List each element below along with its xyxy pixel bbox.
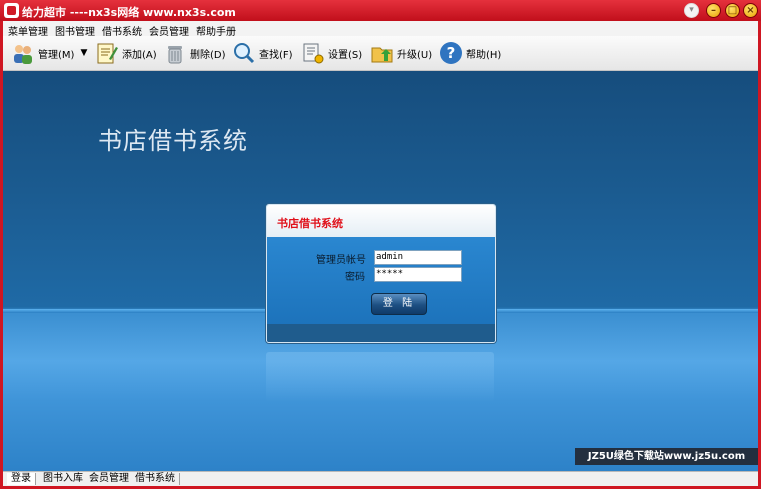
login-reflection	[266, 352, 494, 402]
notepad-icon	[97, 43, 118, 64]
search-button[interactable]: 查找(F)	[232, 39, 293, 67]
app-logo-icon	[4, 3, 19, 18]
tab-member-management[interactable]: 会员管理	[85, 473, 134, 485]
manage-label: 管理(M)	[38, 49, 75, 61]
tab-borrow-system[interactable]: 借书系统	[131, 473, 180, 485]
account-field[interactable]: admin	[374, 250, 462, 265]
tab-book-stock-in[interactable]: 图书入库	[39, 473, 88, 485]
settings-button[interactable]: 设置(S)	[301, 39, 362, 67]
title-bar[interactable]: 给力超市 ----nx3s网络 www.nx3s.com ▾ – □ ×	[0, 0, 761, 21]
app-window: 给力超市 ----nx3s网络 www.nx3s.com ▾ – □ × 菜单管…	[0, 0, 761, 489]
main-stage: 书店借书系统 书店借书系统 管理员帐号 admin 密码 ***** 登 陆	[3, 71, 758, 471]
manage-button[interactable]: 管理(M) ▼	[11, 39, 87, 67]
svg-text:?: ?	[447, 44, 456, 62]
minimize-button[interactable]: –	[706, 3, 721, 18]
login-header: 书店借书系统	[267, 205, 495, 237]
stage-title: 书店借书系统	[98, 127, 248, 155]
help-icon: ?	[440, 42, 462, 64]
context-menu-button[interactable]: ▾	[684, 3, 699, 18]
chevron-down-icon[interactable]: ▼	[80, 48, 87, 58]
help-button[interactable]: ? 帮助(H)	[439, 39, 501, 67]
toolbar: 管理(M) ▼ 添加(A) 删除(D) 查找(F) 设置(S) 升级(U) ? …	[3, 36, 758, 71]
search-label: 查找(F)	[259, 49, 293, 61]
status-bar: 登录 图书入库 会员管理 借书系统	[3, 471, 758, 486]
password-field[interactable]: *****	[374, 267, 462, 282]
upgrade-button[interactable]: 升级(U)	[370, 39, 432, 67]
login-button[interactable]: 登 陆	[371, 293, 427, 315]
users-icon	[14, 45, 32, 64]
window-title: 给力超市 ----nx3s网络 www.nx3s.com	[22, 6, 236, 19]
client-area: 菜单管理 图书管理 借书系统 会员管理 帮助手册 管理(M) ▼ 添加(A) 删…	[3, 21, 758, 486]
add-button[interactable]: 添加(A)	[95, 39, 157, 67]
upgrade-label: 升级(U)	[397, 49, 433, 61]
close-button[interactable]: ×	[743, 3, 758, 18]
watermark: JZ5U绿色下载站www.jz5u.com	[575, 448, 758, 465]
login-header-title: 书店借书系统	[277, 217, 343, 230]
folder-upgrade-icon	[371, 47, 393, 63]
magnifier-icon	[234, 43, 255, 64]
delete-label: 删除(D)	[190, 49, 226, 61]
settings-label: 设置(S)	[328, 49, 363, 61]
add-label: 添加(A)	[122, 49, 157, 61]
login-panel: 书店借书系统 管理员帐号 admin 密码 ***** 登 陆	[266, 204, 496, 343]
account-label: 管理员帐号	[316, 255, 366, 266]
tab-login[interactable]: 登录	[7, 473, 36, 485]
settings-icon	[303, 43, 324, 64]
login-footer	[267, 324, 495, 342]
trash-icon	[168, 46, 182, 64]
maximize-button[interactable]: □	[725, 3, 740, 18]
menu-bar: 菜单管理 图书管理 借书系统 会员管理 帮助手册	[3, 21, 758, 38]
delete-button[interactable]: 删除(D)	[163, 39, 226, 67]
password-label: 密码	[345, 272, 365, 283]
help-label: 帮助(H)	[466, 49, 502, 61]
